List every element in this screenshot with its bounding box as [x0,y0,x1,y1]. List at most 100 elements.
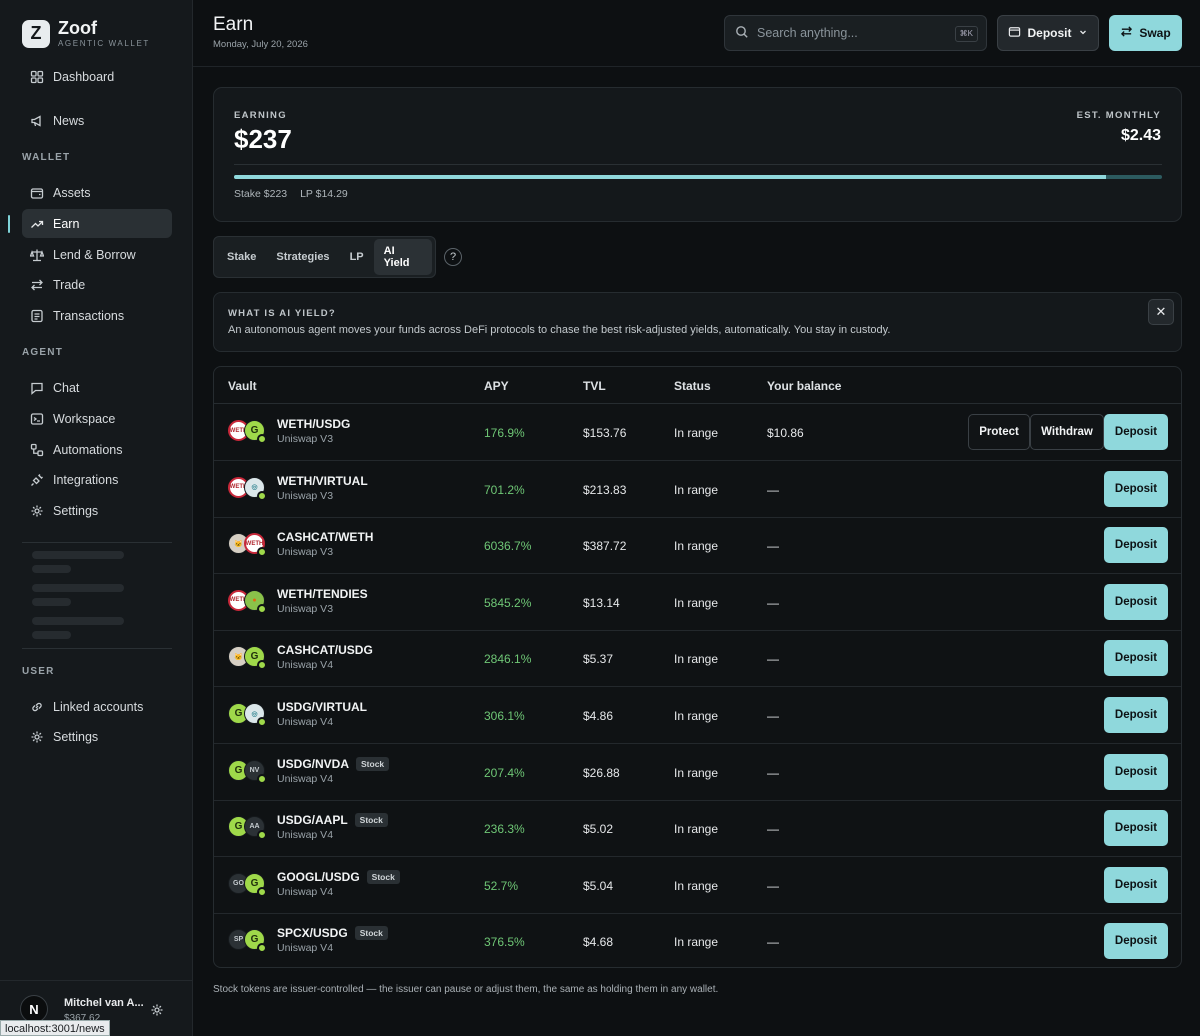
sidebar-item-trade[interactable]: Trade [22,270,172,299]
search-shortcut: ⌘K [954,26,978,42]
vault-balance: — [767,765,779,780]
vault-pair-label: WETH/USDG [277,417,351,431]
vault-pair: USDG/AAPL Stock [277,813,388,828]
skeleton-line [32,617,124,625]
sidebar-item-label: Transactions [53,308,125,323]
tab-strategies[interactable]: Strategies [266,239,339,275]
tab-ai-yield[interactable]: AI Yield [373,239,432,275]
wallet-icon [30,186,44,200]
sidebar-item-linked-accounts[interactable]: Linked accounts [22,692,172,721]
protect-button[interactable]: Protect [968,414,1030,450]
brand-name: Zoof [58,18,97,38]
gear-icon[interactable] [150,1003,164,1017]
close-icon[interactable]: ✕ [1148,299,1174,325]
vault-status: In range [674,765,719,780]
search-box[interactable]: ⌘K [724,15,987,51]
stock-badge: Stock [354,813,388,828]
vault-balance: $10.86 [767,426,804,440]
sidebar-item-transactions[interactable]: Transactions [22,301,172,330]
sidebar-item-label: Lend & Borrow [53,247,136,262]
table-row[interactable]: GO G GOOGL/USDG Stock Uniswap V4 52.7% $… [214,857,1181,914]
section-label-wallet: WALLET [22,152,71,163]
deposit-button[interactable]: Deposit [1104,753,1168,790]
arrows-swap-icon [30,278,44,292]
deposit-button[interactable]: Deposit [1104,583,1168,620]
arrows-swap-icon [1120,25,1133,41]
brand-subtitle: AGENTIC WALLET [58,39,150,48]
chevron-down-icon [1078,26,1088,40]
help-icon[interactable]: ? [444,248,462,266]
vault-protocol: Uniswap V3 [277,433,334,445]
withdraw-button[interactable]: Withdraw [1030,414,1104,450]
section-label-user: USER [22,666,55,677]
earn-tabs: Stake Strategies LP AI Yield [213,236,436,278]
chain-badge-icon [257,603,267,614]
table-row[interactable]: 🐱 WETH CASHCAT/WETH Uniswap V3 6036.7% $… [214,517,1181,575]
col-apy: APY [484,379,509,393]
header-deposit-button[interactable]: Deposit [997,15,1099,51]
table-row[interactable]: WETH G WETH/USDG Uniswap V3 176.9% $153.… [214,404,1181,461]
sidebar-item-assets[interactable]: Assets [22,178,172,207]
scale-icon [30,248,44,262]
search-input[interactable] [757,26,952,40]
deposit-button[interactable]: Deposit [1104,923,1168,960]
vault-tvl: $4.68 [583,935,614,950]
deposit-button[interactable]: Deposit [1104,810,1168,847]
vault-pair-label: USDG/VIRTUAL [277,700,367,714]
brand[interactable]: Z Zoof AGENTIC WALLET [22,19,150,48]
receipt-icon [30,309,44,323]
table-row[interactable]: G AA USDG/AAPL Stock Uniswap V4 236.3% $… [214,800,1181,858]
avatar[interactable]: N [20,995,48,1023]
deposit-button[interactable]: Deposit [1104,527,1168,564]
swap-button[interactable]: Swap [1109,15,1182,51]
sidebar-item-label: Settings [53,729,99,744]
table-row[interactable]: WETH ● WETH/TENDIES Uniswap V3 5845.2% $… [214,574,1181,631]
plug-icon [30,473,44,487]
deposit-button[interactable]: Deposit [1104,414,1168,450]
sidebar-item-automations[interactable]: Automations [22,435,172,464]
vault-pair-label: CASHCAT/WETH [277,530,374,545]
vault-protocol: Uniswap V4 [277,942,334,955]
lp-amount: LP $14.29 [300,188,348,200]
tab-lp[interactable]: LP [340,239,374,275]
vault-status: In range [674,539,719,554]
sidebar-item-agent-settings[interactable]: Settings [22,496,172,525]
sidebar-item-user-settings[interactable]: Settings [22,722,172,751]
sidebar-item-dashboard[interactable]: Dashboard [22,62,172,91]
chain-badge-icon [257,490,267,501]
vault-pair: CASHCAT/USDG [277,643,373,657]
sidebar-item-label: Automations [53,442,123,457]
sidebar-item-workspace[interactable]: Workspace [22,404,172,433]
table-row[interactable]: SP G SPCX/USDG Stock Uniswap V4 376.5% $… [214,913,1181,967]
table-row[interactable]: 🐱 G CASHCAT/USDG Uniswap V4 2846.1% $5.3… [214,630,1181,688]
vault-pair-label: USDG/AAPL [277,813,348,828]
earning-label: EARNING [234,110,287,121]
table-row[interactable]: WETH ◎ WETH/VIRTUAL Uniswap V3 701.2% $2… [214,461,1181,518]
vault-apy: 5845.2% [484,595,532,610]
vault-pair: USDG/NVDA Stock [277,756,390,771]
sidebar-item-chat[interactable]: Chat [22,373,172,402]
tab-stake[interactable]: Stake [217,239,266,275]
deposit-button[interactable]: Deposit [1104,470,1168,507]
sidebar-item-label: News [53,113,85,128]
vault-status: In range [674,482,719,497]
sidebar-item-label: Integrations [53,472,119,487]
sidebar-item-earn[interactable]: Earn [22,209,172,238]
sidebar-item-integrations[interactable]: Integrations [22,465,172,494]
table-row[interactable]: G NV USDG/NVDA Stock Uniswap V4 207.4% $… [214,744,1181,801]
sidebar-item-news[interactable]: News [22,106,172,135]
deposit-button[interactable]: Deposit [1104,866,1168,903]
vaults-table: Vault APY TVL Status Your balance WETH G… [213,366,1182,968]
allocation-bar-stake-fill [234,175,1107,179]
col-status: Status [674,379,711,393]
sidebar-item-lend-borrow[interactable]: Lend & Borrow [22,240,172,269]
deposit-button[interactable]: Deposit [1104,697,1168,733]
sidebar-item-label: Trade [53,277,86,292]
vault-protocol: Uniswap V4 [277,659,334,672]
skeleton-line [32,584,124,592]
chain-badge-icon [257,547,267,558]
sidebar-item-label: Workspace [53,411,116,426]
skeleton-line [32,565,71,573]
table-row[interactable]: G ◎ USDG/VIRTUAL Uniswap V4 306.1% $4.86… [214,687,1181,744]
deposit-button[interactable]: Deposit [1104,640,1168,677]
